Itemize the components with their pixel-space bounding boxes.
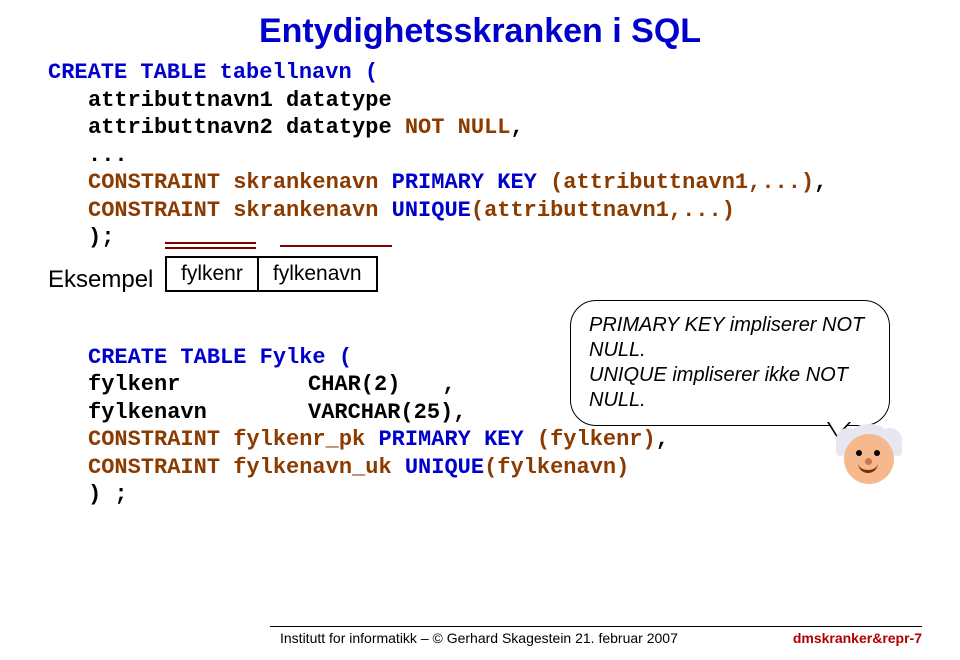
ex-pk-b: PRIMARY KEY — [378, 427, 536, 452]
ex-pk-c: (fylkenr) — [537, 427, 656, 452]
pk-constraint-c: (attributtnavn1,...) — [550, 170, 814, 195]
table-col-fylkenavn: fylkenavn — [257, 258, 376, 290]
pk-comma: , — [814, 170, 827, 195]
create-table-template: CREATE TABLE tabellnavn ( attributtnavn1… — [0, 59, 960, 252]
uq-single-underline — [280, 245, 392, 248]
ex-uq-a: CONSTRAINT fylkenavn_uk — [88, 455, 405, 480]
ex-uq-b: UNIQUE — [405, 455, 484, 480]
pk-constraint-a: CONSTRAINT skrankenavn — [88, 170, 392, 195]
close-paren: ); — [88, 225, 114, 250]
ellipsis-1: ... — [88, 143, 128, 168]
professor-icon — [836, 428, 902, 494]
ex-pk-a: CONSTRAINT fylkenr_pk — [88, 427, 378, 452]
ex-fylkenr: fylkenr — [88, 371, 308, 399]
ex-char2: CHAR(2) — [308, 371, 400, 399]
table-col-fylkenr: fylkenr — [167, 258, 257, 290]
ex-end: ) ; — [88, 482, 128, 507]
attr1: attributtnavn1 datatype — [88, 88, 392, 113]
uq-constraint-c: (attributtnavn1,...) — [471, 198, 735, 223]
page-title: Entydighetsskranken i SQL — [0, 0, 960, 59]
speech-text: PRIMARY KEY impliserer NOT NULL. UNIQUE … — [589, 314, 864, 411]
footer: Institutt for informatikk – © Gerhard Sk… — [0, 630, 960, 646]
footer-right: dmskranker&repr-7 — [793, 630, 922, 646]
attr2-comma: , — [510, 115, 523, 140]
uq-kw: UNIQUE — [392, 198, 471, 223]
footer-left: Institutt for informatikk – © Gerhard Sk… — [280, 630, 678, 646]
create-kw: CREATE TABLE tabellnavn ( — [48, 60, 378, 85]
ex-varchar25: VARCHAR(25), — [308, 399, 466, 427]
pk-double-underline — [165, 242, 256, 248]
ex-l1-comma: , — [400, 371, 455, 399]
ex-pk-comma: , — [656, 427, 669, 452]
speech-bubble: PRIMARY KEY impliserer NOT NULL. UNIQUE … — [570, 300, 890, 426]
pk-kw: PRIMARY KEY — [392, 170, 550, 195]
not-null-kw: NOT NULL — [392, 115, 511, 140]
key-table: fylkenr fylkenavn — [165, 256, 378, 292]
ex-uq-c: (fylkenavn) — [484, 455, 629, 480]
ex-create: CREATE TABLE Fylke ( — [88, 345, 352, 370]
ex-fylkenavn: fylkenavn — [88, 399, 308, 427]
uq-constraint-a: CONSTRAINT skrankenavn — [88, 198, 392, 223]
example-label: Eksempel — [0, 252, 960, 294]
attr2-pre: attributtnavn2 datatype — [88, 115, 392, 140]
